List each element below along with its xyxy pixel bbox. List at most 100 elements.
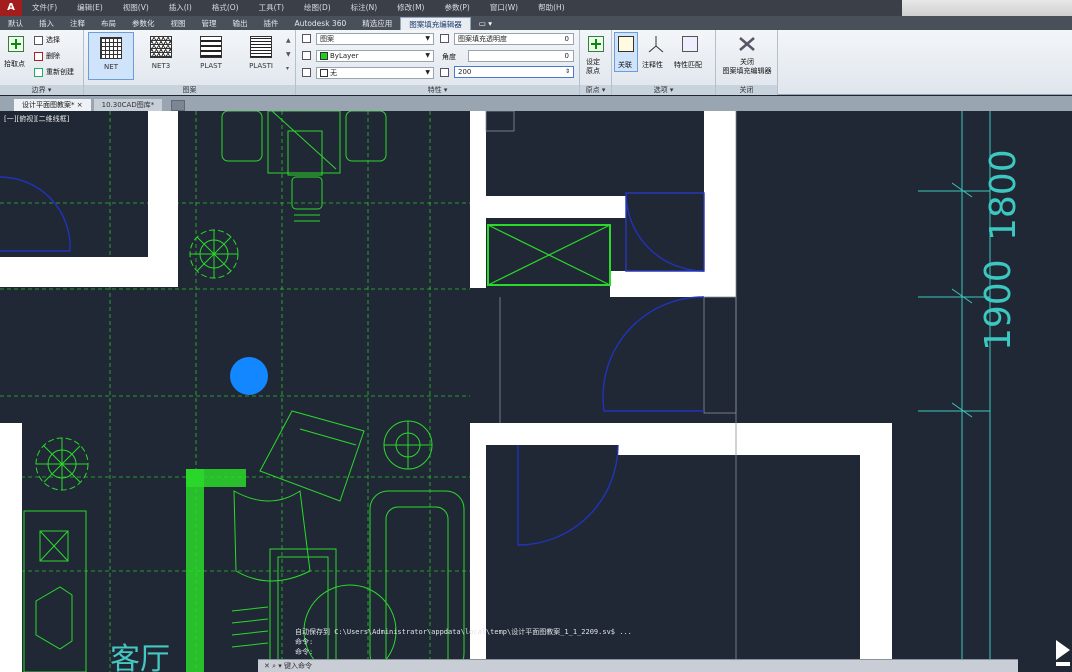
- hatch-type-icon: [302, 34, 311, 43]
- panel-pattern-title: 图案: [84, 85, 295, 95]
- chevron-down-icon: ▼: [425, 69, 430, 76]
- drawing-canvas[interactable]: 1800 1900 10213 [一][俯视][二维线框] 客厅 自动保存到 C…: [0, 111, 1072, 672]
- menu-dimension[interactable]: 标注(N): [341, 0, 387, 16]
- pick-points-button[interactable]: 拾取点: [4, 59, 25, 69]
- menu-window[interactable]: 窗口(W): [480, 0, 528, 16]
- set-origin-icon[interactable]: [588, 36, 604, 52]
- close-hatch-editor-button[interactable]: 关闭 图案填充编辑器: [718, 58, 776, 76]
- close-icon[interactable]: ✕: [264, 662, 270, 670]
- doc-tab-design-plan[interactable]: 设计平面图教案* ×: [14, 99, 91, 111]
- chevron-down-icon: ▼: [425, 35, 430, 42]
- annotative-icon[interactable]: [648, 35, 664, 53]
- chevron-down-icon: ▼: [425, 52, 430, 59]
- menu-draw[interactable]: 绘图(D): [294, 0, 341, 16]
- pattern-net3[interactable]: NET3: [138, 32, 184, 80]
- command-autosave-line: 自动保存到 C:\Users\Administrator\appdata\loc…: [295, 628, 632, 636]
- pattern-net3-swatch: [150, 36, 172, 58]
- panel-origin-title[interactable]: 原点 ▾: [580, 85, 611, 95]
- pattern-plast-swatch: [200, 36, 222, 58]
- hatch-color-select[interactable]: ByLayer ▼: [316, 50, 434, 62]
- scale-field[interactable]: 200 ⇕: [454, 66, 574, 78]
- cursor-indicator: [230, 357, 268, 395]
- menu-tools[interactable]: 工具(T): [249, 0, 294, 16]
- recreate-boundary-button[interactable]: 重新创建: [34, 67, 74, 77]
- tab-insert[interactable]: 插入: [31, 17, 62, 30]
- viewport-label[interactable]: [一][俯视][二维线框]: [4, 114, 69, 124]
- tab-plugins[interactable]: 插件: [256, 17, 287, 30]
- close-icon[interactable]: ×: [77, 101, 83, 109]
- angle-label: 角度: [442, 53, 456, 61]
- background-color-icon: [302, 68, 311, 77]
- panel-boundary: 拾取点 选择 删除 重新创建 边界 ▾: [0, 30, 84, 95]
- remove-icon: [34, 51, 43, 61]
- tab-view[interactable]: 视图: [163, 17, 194, 30]
- pattern-plasti[interactable]: PLASTI: [238, 32, 284, 80]
- tv-cabinet: [23, 510, 87, 672]
- menu-view[interactable]: 视图(V): [113, 0, 159, 16]
- remove-boundary-button[interactable]: 删除: [34, 51, 60, 61]
- command-input[interactable]: 键入命令: [284, 662, 312, 670]
- pattern-plast[interactable]: PLAST: [188, 32, 234, 80]
- dimension-text-1800: 1800: [983, 149, 1024, 241]
- select-boundary-button[interactable]: 选择: [34, 35, 60, 45]
- tab-autodesk-360[interactable]: Autodesk 360: [287, 17, 355, 30]
- dining-set: [221, 111, 387, 222]
- panel-boundary-title[interactable]: 边界 ▾: [0, 85, 83, 95]
- app-logo-icon[interactable]: A: [0, 0, 22, 16]
- menu-modify[interactable]: 修改(M): [387, 0, 434, 16]
- pattern-net-swatch: [100, 37, 122, 59]
- menu-format[interactable]: 格式(O): [202, 0, 249, 16]
- plant-top: [189, 229, 239, 279]
- floor-lamp: [383, 420, 433, 470]
- tab-manage[interactable]: 管理: [194, 17, 225, 30]
- ribbon-tab-bar: 默认 插入 注释 布局 参数化 视图 管理 输出 插件 Autodesk 360…: [0, 16, 1072, 30]
- menu-file[interactable]: 文件(F): [22, 0, 67, 16]
- tab-default[interactable]: 默认: [0, 17, 31, 30]
- tab-layout[interactable]: 布局: [93, 17, 124, 30]
- command-input-bar[interactable]: ✕ ⌕ ▾ 键入命令: [258, 659, 1018, 672]
- transparency-field[interactable]: 图案填充透明度 0: [454, 33, 574, 45]
- search-icon[interactable]: ⌕: [272, 662, 276, 670]
- menu-parametric[interactable]: 参数(P): [434, 0, 479, 16]
- angle-field[interactable]: 0: [468, 50, 574, 62]
- panel-options-title[interactable]: 选项 ▾: [612, 85, 715, 95]
- chevron-down-icon[interactable]: ▾: [278, 662, 282, 670]
- tab-annotate[interactable]: 注释: [62, 17, 93, 30]
- wall-outlines: [485, 111, 737, 672]
- ribbon-panel: 拾取点 选择 删除 重新创建 边界 ▾ NET NET3 PLAST PLAST…: [0, 30, 1072, 95]
- panel-close: 关闭 图案填充编辑器 关闭: [716, 30, 778, 95]
- transparency-icon: [440, 34, 449, 43]
- associative-icon: [618, 36, 634, 52]
- panel-pattern: NET NET3 PLAST PLASTI ▲ ▼ ▾ 图案: [84, 30, 296, 95]
- menu-insert[interactable]: 插入(I): [159, 0, 202, 16]
- watermark-logo-icon: [1056, 640, 1070, 666]
- background-color-select[interactable]: 无 ▼: [316, 67, 434, 79]
- floor-plan-drawing: 1800 1900 10213: [0, 111, 1024, 672]
- menu-help[interactable]: 帮助(H): [528, 0, 575, 16]
- panel-properties-title[interactable]: 特性 ▾: [296, 85, 579, 95]
- tab-hatch-editor[interactable]: 图案填充编辑器: [400, 17, 471, 30]
- hatch-type-select[interactable]: 图案 ▼: [316, 33, 434, 45]
- no-color-swatch: [320, 69, 328, 77]
- doc-tab-cad-library[interactable]: 10.30CAD图库*: [93, 99, 163, 111]
- dimension-lines: [918, 111, 991, 672]
- spinner-icon[interactable]: ⇕: [565, 67, 570, 77]
- panel-properties: 图案 ▼ ByLayer ▼ 无 ▼ 图案填充透明度 0 角度 0 200 ⇕ 特性 ▾: [296, 30, 580, 95]
- panel-origin: 设定 原点 原点 ▾: [580, 30, 612, 95]
- set-origin-button[interactable]: 设定 原点: [586, 58, 600, 76]
- hatch-grid-lines: [0, 111, 470, 672]
- tab-featured-apps[interactable]: 精选应用: [354, 17, 400, 30]
- match-properties-icon[interactable]: [682, 36, 698, 52]
- new-tab-button[interactable]: [171, 100, 186, 111]
- pick-points-icon[interactable]: [8, 36, 24, 52]
- menu-edit[interactable]: 编辑(E): [67, 0, 113, 16]
- tab-parametric[interactable]: 参数化: [124, 17, 163, 30]
- close-hatch-editor-icon[interactable]: [738, 36, 756, 52]
- ribbon-toggle-icon[interactable]: ▭ ▾: [471, 17, 500, 30]
- pattern-scroll-arrows[interactable]: ▲ ▼ ▾: [286, 34, 294, 78]
- tab-output[interactable]: 输出: [225, 17, 256, 30]
- menu-bar: A 文件(F) 编辑(E) 视图(V) 插入(I) 格式(O) 工具(T) 绘图…: [0, 0, 1072, 16]
- pattern-net[interactable]: NET: [88, 32, 134, 80]
- command-prompt-line-2: 命令:: [295, 648, 314, 656]
- command-history: 自动保存到 C:\Users\Administrator\appdata\loc…: [295, 627, 685, 657]
